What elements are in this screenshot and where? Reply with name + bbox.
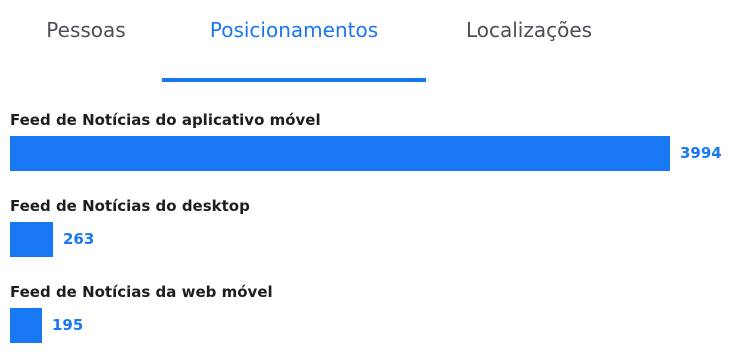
tab-label: Localizações xyxy=(465,18,593,42)
bar-track: 3994 xyxy=(10,136,722,171)
tab-label: Pessoas xyxy=(46,18,126,42)
placement-label: Feed de Notícias do aplicativo móvel xyxy=(10,111,321,129)
tab-posicionamentos[interactable]: Posicionamentos xyxy=(162,14,426,82)
tab-localizacoes[interactable]: Localizações xyxy=(436,14,622,82)
placement-value: 263 xyxy=(63,230,95,248)
tab-underline xyxy=(436,78,622,82)
placement-value: 195 xyxy=(52,316,84,334)
placement-row-mobile-app: Feed de Notícias do aplicativo móvel 399… xyxy=(0,100,730,186)
placement-bar xyxy=(10,136,670,171)
placement-label: Feed de Notícias do desktop xyxy=(10,197,250,215)
placement-bar xyxy=(10,222,53,257)
tab-underline xyxy=(22,78,150,82)
tab-label: Posicionamentos xyxy=(209,18,379,42)
placement-list: Feed de Notícias do aplicativo móvel 399… xyxy=(0,100,730,358)
tab-bar: Pessoas Posicionamentos Localizações xyxy=(0,0,730,82)
placement-value: 3994 xyxy=(680,144,722,162)
placement-row-mobile-web: Feed de Notícias da web móvel 195 xyxy=(0,272,730,358)
placement-row-desktop: Feed de Notícias do desktop 263 xyxy=(0,186,730,272)
tab-active-underline xyxy=(162,78,426,82)
bar-track: 263 xyxy=(10,222,670,257)
placement-label: Feed de Notícias da web móvel xyxy=(10,283,273,301)
tab-pessoas[interactable]: Pessoas xyxy=(22,14,150,82)
